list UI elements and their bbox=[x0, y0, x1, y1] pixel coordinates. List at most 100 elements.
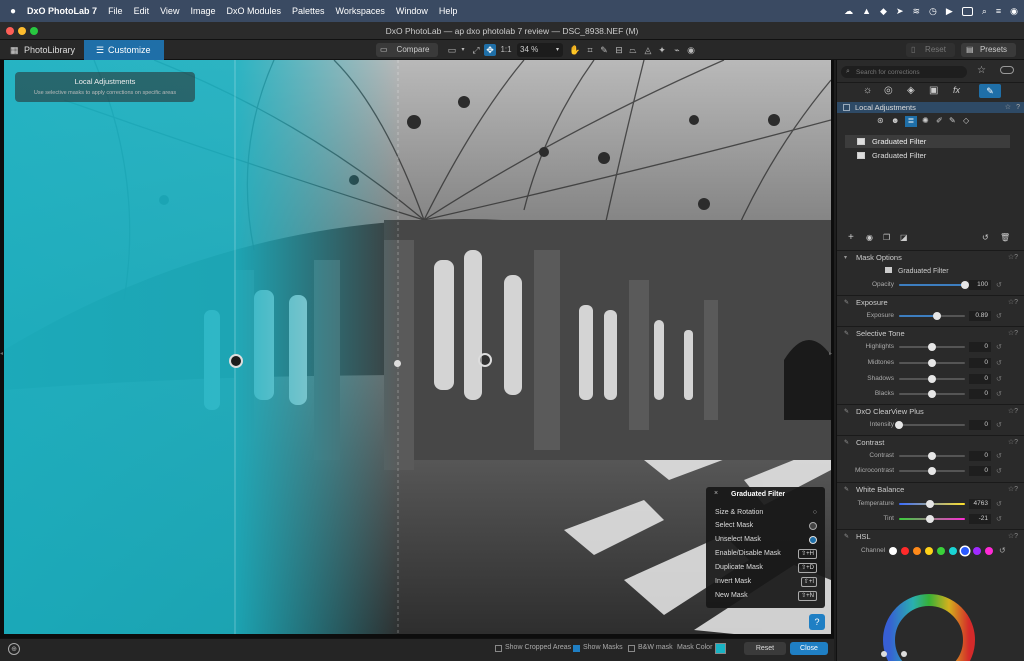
local-adjustments-palette-icon[interactable]: ✎ bbox=[979, 84, 1001, 98]
play-icon[interactable]: ▶ bbox=[946, 6, 953, 17]
horizon-tool-icon[interactable]: ⊟ bbox=[613, 44, 625, 56]
app-menu[interactable]: DxO PhotoLab 7 bbox=[27, 6, 97, 16]
mask-list-item[interactable]: Graduated Filter bbox=[845, 135, 1010, 148]
duplicate-icon[interactable]: ❐ bbox=[883, 233, 890, 242]
reset-button[interactable]: ▯ Reset bbox=[906, 43, 955, 57]
reset-icon[interactable]: ↺ bbox=[996, 357, 1002, 371]
menu-item-invert-mask[interactable]: Invert Mask ⇧+I bbox=[715, 576, 817, 588]
local-adjustments-tool-icon[interactable]: ◬ bbox=[642, 44, 654, 56]
slider-knob[interactable] bbox=[926, 500, 935, 508]
zoom-window-icon[interactable] bbox=[30, 27, 38, 35]
tab-photolibrary[interactable]: ▦ PhotoLibrary bbox=[0, 40, 84, 60]
channel-swatch[interactable] bbox=[925, 547, 933, 555]
collapse-left-icon[interactable]: ◂ bbox=[0, 350, 3, 357]
slider-knob[interactable] bbox=[928, 343, 936, 351]
control-point-icon[interactable]: ⊛ bbox=[877, 116, 884, 125]
hand-tool-icon[interactable]: ✋ bbox=[569, 44, 581, 56]
microcontrast-slider[interactable] bbox=[899, 467, 965, 475]
favorite-star-icon[interactable]: ☆? bbox=[1008, 251, 1018, 265]
battery-icon[interactable] bbox=[961, 6, 973, 16]
channel-swatch[interactable] bbox=[961, 547, 969, 555]
graduated-filter-tool-icon[interactable]: ≣ bbox=[905, 116, 917, 127]
auto-mask-icon[interactable]: ✺ bbox=[922, 116, 929, 125]
slider-knob[interactable] bbox=[926, 515, 935, 523]
one-to-one-button[interactable]: 1:1 bbox=[499, 44, 513, 56]
perspective-tool-icon[interactable]: ⏢ bbox=[627, 44, 639, 56]
white-balance-section[interactable]: ✎ White Balance ☆? bbox=[837, 482, 1024, 496]
channel-swatch[interactable] bbox=[913, 547, 921, 555]
hue-wheel[interactable] bbox=[879, 590, 979, 661]
favorite-star-icon[interactable]: ☆ bbox=[1005, 102, 1011, 113]
reset-icon[interactable]: ↺ bbox=[996, 465, 1002, 479]
slider-value[interactable]: -21 bbox=[969, 514, 991, 524]
slider-knob[interactable] bbox=[928, 390, 936, 398]
menu-item-size-rotation[interactable]: Size & Rotation ○ bbox=[715, 507, 817, 519]
face-mask-icon[interactable]: ☻ bbox=[891, 116, 899, 125]
slider-knob[interactable] bbox=[928, 359, 936, 367]
hsl-section[interactable]: ✎ HSL ☆? bbox=[837, 529, 1024, 543]
menu-window[interactable]: Window bbox=[396, 6, 428, 16]
midtones-slider[interactable] bbox=[899, 359, 965, 367]
intensity-slider[interactable] bbox=[895, 421, 965, 429]
apple-icon[interactable]: ● bbox=[10, 6, 16, 17]
mask-options-section[interactable]: ▾ Mask Options ☆? bbox=[837, 250, 1024, 264]
favorite-star-icon[interactable]: ☆ bbox=[977, 65, 986, 76]
exposure-slider[interactable] bbox=[899, 312, 965, 320]
link-tool-icon[interactable]: ⌁ bbox=[671, 44, 683, 56]
collapse-right-icon[interactable]: ▸ bbox=[829, 350, 832, 357]
menu-item-select-mask[interactable]: Select Mask bbox=[715, 520, 817, 532]
menu-close-icon[interactable]: × bbox=[714, 490, 718, 497]
blacks-slider[interactable] bbox=[899, 390, 965, 398]
invert-icon[interactable]: ◪ bbox=[900, 233, 908, 242]
channel-swatch[interactable] bbox=[985, 547, 993, 555]
menu-item-enable-disable-mask[interactable]: Enable/Disable Mask ⇧+H bbox=[715, 548, 817, 560]
mask-pin-icon[interactable] bbox=[478, 353, 492, 367]
slider-value[interactable]: 0 bbox=[969, 342, 991, 352]
close-button[interactable]: Close bbox=[790, 642, 828, 655]
wifi-icon[interactable]: ≋ bbox=[913, 6, 921, 17]
favorite-star-icon[interactable]: ☆? bbox=[1008, 296, 1018, 310]
close-window-icon[interactable] bbox=[6, 27, 14, 35]
zoom-select[interactable]: 34 % ▾ bbox=[517, 43, 563, 57]
menu-edit[interactable]: Edit bbox=[134, 6, 150, 16]
crop-tool-icon[interactable]: ⌗ bbox=[584, 44, 596, 56]
siri-icon[interactable]: ◉ bbox=[1010, 6, 1018, 17]
temperature-slider[interactable] bbox=[899, 500, 965, 508]
exposure-section[interactable]: ✎ Exposure ☆? bbox=[837, 295, 1024, 309]
tab-customize[interactable]: ☰ Customize bbox=[84, 40, 164, 60]
reset-icon[interactable]: ↺ bbox=[996, 513, 1002, 527]
channel-swatch[interactable] bbox=[937, 547, 945, 555]
clock-icon[interactable]: ◷ bbox=[929, 6, 937, 17]
slider-value[interactable]: 4763 bbox=[969, 499, 991, 509]
slider-knob[interactable] bbox=[928, 467, 936, 475]
shield-icon[interactable]: ◆ bbox=[880, 6, 887, 17]
eyedropper-icon[interactable]: ✎ bbox=[598, 44, 610, 56]
contrast-slider[interactable] bbox=[899, 452, 965, 460]
tint-slider[interactable] bbox=[899, 515, 965, 523]
brush-tool-icon[interactable]: ✐ bbox=[936, 116, 943, 125]
reset-mask-button[interactable]: Reset bbox=[744, 642, 786, 655]
menu-file[interactable]: File bbox=[108, 6, 123, 16]
channel-swatch[interactable] bbox=[949, 547, 957, 555]
reset-icon[interactable]: ↺ bbox=[996, 388, 1002, 402]
channel-swatch[interactable] bbox=[901, 547, 909, 555]
menu-view[interactable]: View bbox=[160, 6, 179, 16]
control-center-icon[interactable]: ≡ bbox=[996, 6, 1001, 16]
geometry-palette-icon[interactable]: ▣ bbox=[929, 85, 938, 96]
eraser-icon[interactable]: ◇ bbox=[963, 116, 969, 125]
globe-icon[interactable]: ⊕ bbox=[8, 643, 20, 655]
location-icon[interactable]: ➤ bbox=[896, 6, 904, 17]
slider-knob[interactable] bbox=[895, 421, 903, 429]
slider-value[interactable]: 0 bbox=[969, 466, 991, 476]
mask-handle-icon[interactable] bbox=[229, 354, 243, 368]
contrast-section[interactable]: ✎ Contrast ☆? bbox=[837, 435, 1024, 449]
gradient-handle-icon[interactable] bbox=[394, 360, 401, 367]
reset-icon[interactable]: ↺ bbox=[996, 450, 1002, 464]
add-mask-icon[interactable]: + bbox=[848, 232, 854, 243]
toggle-icon[interactable] bbox=[1000, 66, 1014, 74]
favorite-star-icon[interactable]: ☆? bbox=[1008, 483, 1018, 497]
show-cropped-checkbox[interactable] bbox=[495, 645, 502, 652]
reset-icon[interactable]: ↺ bbox=[996, 373, 1002, 387]
shadows-slider[interactable] bbox=[899, 375, 965, 383]
detail-palette-icon[interactable]: ◈ bbox=[907, 85, 915, 96]
